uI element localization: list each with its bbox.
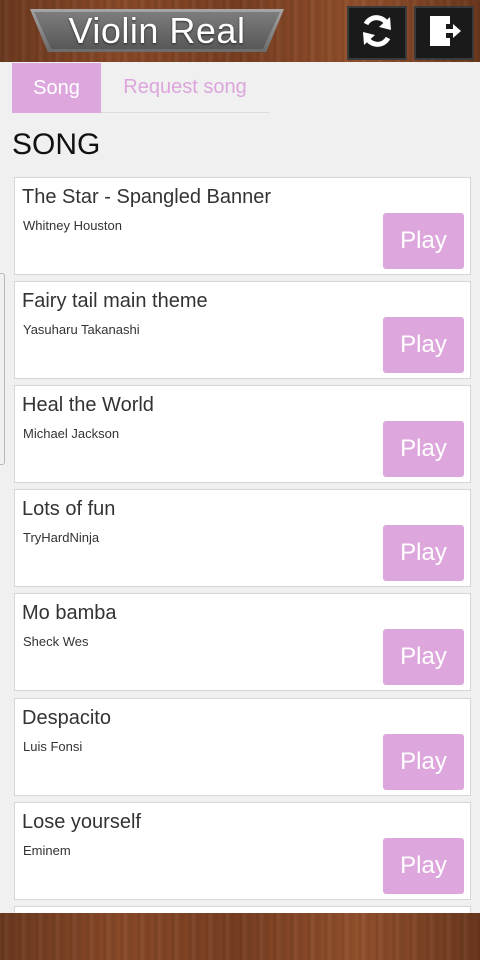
song-card: Despacito Luis Fonsi Play [14, 698, 471, 796]
side-drawer-handle[interactable] [0, 273, 5, 465]
refresh-icon [357, 11, 397, 56]
song-card: Mo bamba Sheck Wes Play [14, 593, 471, 691]
song-card: The Star - Spangled Banner Whitney Houst… [14, 177, 471, 275]
song-artist: TryHardNinja [23, 530, 100, 545]
play-button[interactable]: Play [383, 838, 464, 894]
song-title: Lots of fun [22, 498, 116, 520]
play-button[interactable]: Play [383, 734, 464, 790]
tab-song[interactable]: Song [12, 63, 101, 113]
song-title: Lose yourself [22, 811, 141, 833]
exit-door-icon [424, 11, 464, 56]
song-title: Mo bamba [22, 602, 117, 624]
refresh-button[interactable] [347, 6, 407, 60]
song-title: Fairy tail main theme [22, 290, 208, 312]
bottom-wood-bar [0, 913, 480, 960]
play-button[interactable]: Play [383, 525, 464, 581]
song-title: Heal the World [22, 394, 154, 416]
play-button[interactable]: Play [383, 629, 464, 685]
top-bar: Violin Real [0, 0, 480, 62]
song-title: The Star - Spangled Banner [22, 186, 272, 208]
song-artist: Michael Jackson [23, 426, 120, 441]
song-card: Heal the World Michael Jackson Play [14, 385, 471, 483]
song-artist: Yasuharu Takanashi [23, 322, 140, 337]
song-title: Despacito [22, 707, 111, 729]
tab-bar: Song Request song [12, 63, 269, 115]
exit-button[interactable] [414, 6, 474, 60]
app-title: Violin Real [34, 12, 280, 49]
song-artist: Luis Fonsi [23, 739, 83, 754]
song-artist: Sheck Wes [23, 634, 89, 649]
song-artist: Whitney Houston [23, 218, 122, 233]
song-card: Lose yourself Eminem Play [14, 802, 471, 900]
song-card: Lots of fun TryHardNinja Play [14, 489, 471, 587]
play-button[interactable]: Play [383, 317, 464, 373]
song-card: Fairy tail main theme Yasuharu Takanashi… [14, 281, 471, 379]
tab-request-song[interactable]: Request song [101, 63, 269, 113]
play-button[interactable]: Play [383, 421, 464, 477]
section-title: SONG [12, 128, 101, 161]
play-button[interactable]: Play [383, 213, 464, 269]
song-artist: Eminem [23, 843, 71, 858]
